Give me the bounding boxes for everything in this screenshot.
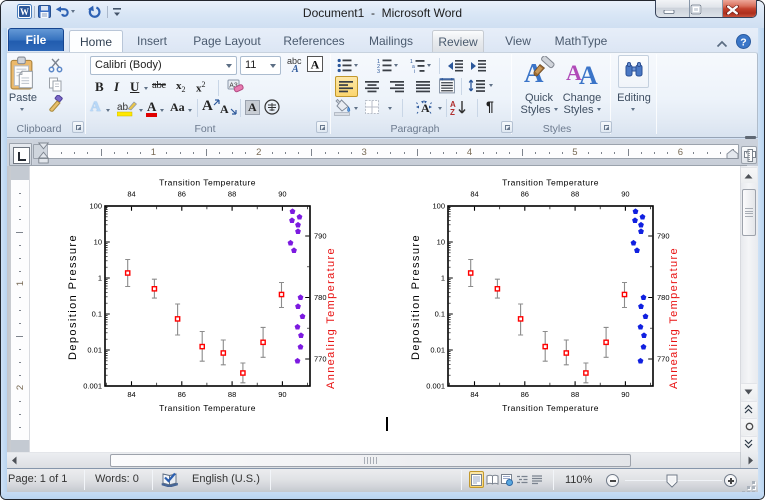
svg-text:10: 10 xyxy=(94,238,102,247)
svg-text:A: A xyxy=(579,61,598,88)
svg-text:Z: Z xyxy=(450,108,455,117)
svg-text:790: 790 xyxy=(314,232,327,241)
svg-text:86: 86 xyxy=(178,390,186,399)
svg-text:Transition Temperature: Transition Temperature xyxy=(159,178,256,188)
svg-text:Deposition Pressure: Deposition Pressure xyxy=(67,234,79,360)
svg-text:90: 90 xyxy=(621,190,629,199)
svg-text:100: 100 xyxy=(432,202,445,211)
svg-text:0.1: 0.1 xyxy=(92,310,102,319)
svg-text:86: 86 xyxy=(178,190,186,199)
svg-text:0.001: 0.001 xyxy=(83,382,102,391)
svg-text:0.1: 0.1 xyxy=(435,310,445,319)
svg-text:?: ? xyxy=(740,37,746,49)
svg-text:A: A xyxy=(291,64,299,73)
svg-text:Deposition Pressure: Deposition Pressure xyxy=(410,234,422,360)
svg-text:ab: ab xyxy=(117,102,129,113)
svg-text:0.01: 0.01 xyxy=(87,346,102,355)
svg-text:90: 90 xyxy=(621,390,629,399)
svg-text:A: A xyxy=(311,58,320,72)
svg-text:88: 88 xyxy=(571,390,579,399)
svg-text:84: 84 xyxy=(127,390,135,399)
svg-text:W: W xyxy=(20,7,29,17)
svg-text:86: 86 xyxy=(521,190,529,199)
svg-text:100: 100 xyxy=(89,202,102,211)
svg-text:84: 84 xyxy=(470,390,478,399)
svg-text:88: 88 xyxy=(571,190,579,199)
svg-text:3: 3 xyxy=(377,69,380,74)
svg-text:0.01: 0.01 xyxy=(430,346,445,355)
svg-text:90: 90 xyxy=(278,190,286,199)
svg-text:88: 88 xyxy=(228,390,236,399)
svg-text:1: 1 xyxy=(441,274,445,283)
svg-text:88: 88 xyxy=(228,190,236,199)
svg-text:86: 86 xyxy=(521,390,529,399)
svg-text:0.001: 0.001 xyxy=(426,382,445,391)
svg-text:10: 10 xyxy=(437,238,445,247)
svg-text:A: A xyxy=(421,101,430,115)
svg-text:Annealing Temperature: Annealing Temperature xyxy=(325,247,337,389)
svg-text:790: 790 xyxy=(657,232,670,241)
svg-text:Annealing Temperature: Annealing Temperature xyxy=(668,247,680,389)
svg-text:84: 84 xyxy=(127,190,135,199)
svg-text:i: i xyxy=(414,69,415,74)
svg-text:Transition Temperature: Transition Temperature xyxy=(502,403,599,413)
svg-text:90: 90 xyxy=(278,390,286,399)
svg-text:84: 84 xyxy=(470,190,478,199)
svg-text:Transition Temperature: Transition Temperature xyxy=(502,178,599,188)
svg-text:1: 1 xyxy=(98,274,102,283)
svg-text:Transition Temperature: Transition Temperature xyxy=(159,403,256,413)
